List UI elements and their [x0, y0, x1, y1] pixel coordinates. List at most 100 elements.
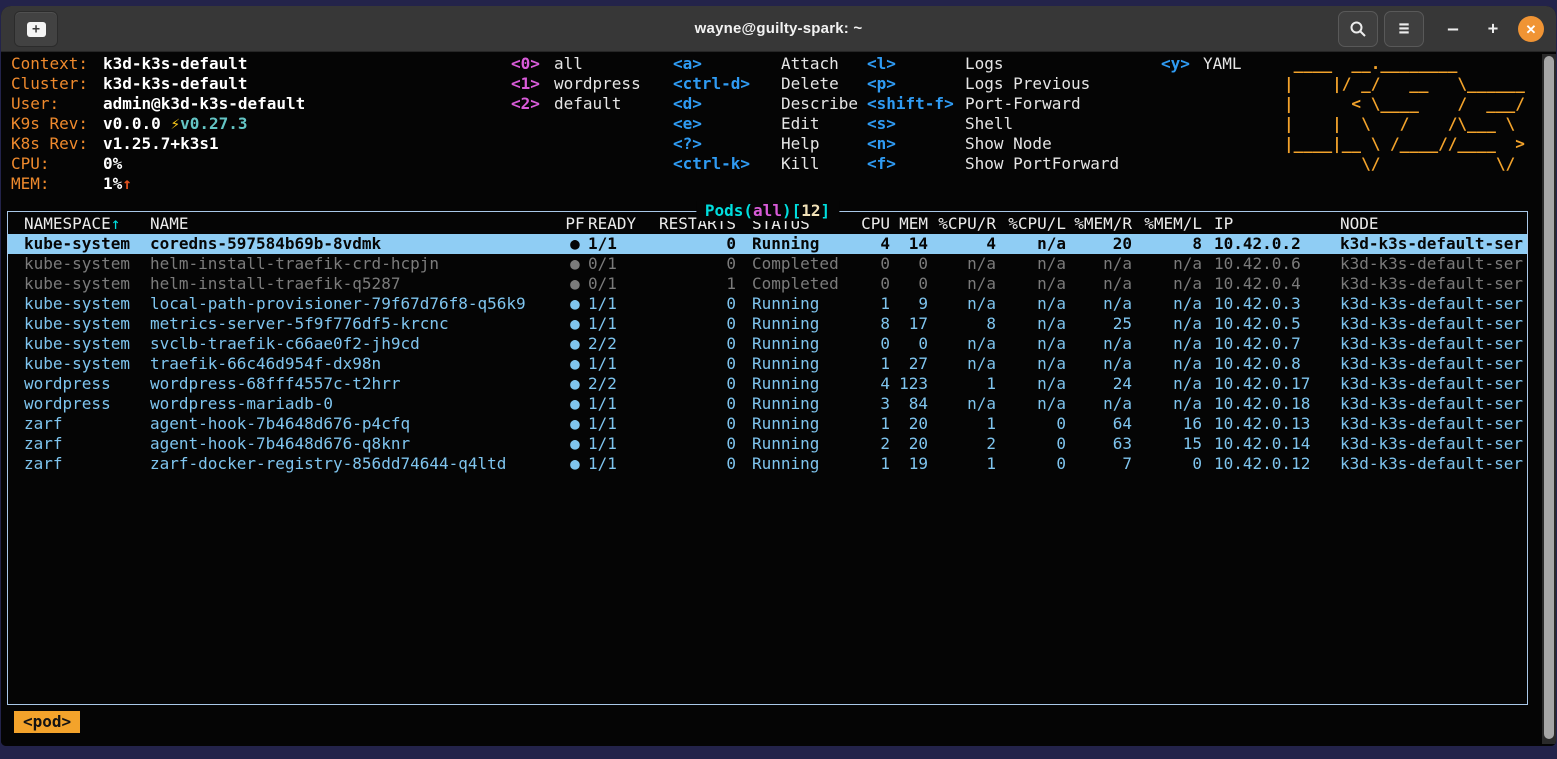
header-cpu[interactable]: CPU [846, 214, 890, 234]
header-cpu-r[interactable]: %CPU/R [928, 214, 996, 234]
cell-cpu: 4 [846, 234, 890, 254]
table-row[interactable]: kube-systemmetrics-server-5f9f776df5-krc… [8, 314, 1527, 334]
cell-restarts: 0 [652, 374, 736, 394]
cell-ready: 1/1 [588, 354, 652, 374]
table-row[interactable]: zarfzarf-docker-registry-856dd74644-q4lt… [8, 454, 1527, 474]
pf-dot-icon: ● [562, 374, 588, 394]
hotkey-item[interactable]: <2>default [511, 94, 641, 114]
hotkey-item[interactable]: <p>Logs Previous [867, 74, 1119, 94]
header-node[interactable]: NODE [1334, 214, 1527, 234]
cell-mem-l: 8 [1132, 234, 1202, 254]
table-row[interactable]: zarfagent-hook-7b4648d676-p4cfq●1/10Runn… [8, 414, 1527, 434]
scrollbar[interactable] [1542, 54, 1556, 744]
cell-namespace: wordpress [24, 394, 150, 414]
cell-mem-r: n/a [1066, 334, 1132, 354]
menu-button[interactable]: ≡ [1384, 11, 1424, 47]
cluster-info: Context:k3d-k3s-defaultCluster:k3d-k3s-d… [11, 54, 305, 194]
hotkey-item[interactable]: <f>Show PortForward [867, 154, 1119, 174]
header-namespace[interactable]: NAMESPACE↑ [24, 214, 150, 234]
cell-cpu-r: n/a [928, 394, 996, 414]
hotkey-item[interactable]: <d>Describe [673, 94, 858, 114]
hotkey-item[interactable]: <1>wordpress [511, 74, 641, 94]
cell-mem-r: n/a [1066, 294, 1132, 314]
header-ready[interactable]: READY [588, 214, 652, 234]
pf-dot-icon: ● [562, 394, 588, 414]
hotkey-item[interactable]: <ctrl-k>Kill [673, 154, 858, 174]
cell-mem-r: 7 [1066, 454, 1132, 474]
table-row[interactable]: kube-systemlocal-path-provisioner-79f67d… [8, 294, 1527, 314]
header-mem[interactable]: MEM [890, 214, 928, 234]
header-cpu-l[interactable]: %CPU/L [996, 214, 1066, 234]
hotkey-item[interactable]: <l>Logs [867, 54, 1119, 74]
header-ip[interactable]: IP [1202, 214, 1334, 234]
table-row[interactable]: zarfagent-hook-7b4648d676-q8knr●1/10Runn… [8, 434, 1527, 454]
cell-ready: 1/1 [588, 394, 652, 414]
scrollbar-thumb[interactable] [1544, 56, 1554, 739]
hotkey-col-0: <0>all<1>wordpress<2>default [511, 54, 641, 114]
pf-dot-icon: ● [562, 334, 588, 354]
header-mem-l[interactable]: %MEM/L [1132, 214, 1202, 234]
hotkey-item[interactable]: <s>Shell [867, 114, 1119, 134]
hotkey-item[interactable]: <a>Attach [673, 54, 858, 74]
close-button[interactable]: ✕ [1518, 16, 1544, 42]
cell-cpu-r: 1 [928, 414, 996, 434]
table-row[interactable]: kube-systemhelm-install-traefik-q5287●0/… [8, 274, 1527, 294]
cell-cpu-r: 8 [928, 314, 996, 334]
sort-arrow-icon: ↑ [111, 214, 121, 233]
table-row[interactable]: kube-systemsvclb-traefik-c66ae0f2-jh9cd●… [8, 334, 1527, 354]
hotkey-key: <ctrl-d> [673, 74, 781, 94]
cell-namespace: zarf [24, 414, 150, 434]
hotkey-item[interactable]: <ctrl-d>Delete [673, 74, 858, 94]
upgrade-bolt-icon: ⚡ [170, 114, 180, 133]
cell-cpu: 1 [846, 294, 890, 314]
info-value: v0.0.0 [103, 114, 170, 133]
header-pf[interactable]: PF [562, 214, 588, 234]
minimize-button[interactable]: – [1440, 6, 1466, 52]
hotkey-label: Kill [781, 154, 820, 174]
table-row[interactable]: kube-systemhelm-install-traefik-crd-hcpj… [8, 254, 1527, 274]
maximize-button[interactable]: + [1480, 6, 1506, 52]
hotkey-item[interactable]: <shift-f>Port-Forward [867, 94, 1119, 114]
new-tab-icon: + [27, 22, 46, 37]
title-bracket: )[ [782, 201, 801, 220]
header-mem-r[interactable]: %MEM/R [1066, 214, 1132, 234]
hotkey-key: <1> [511, 74, 554, 94]
pf-dot-icon: ● [562, 414, 588, 434]
hotkey-label: YAML [1203, 54, 1242, 74]
cell-cpu: 3 [846, 394, 890, 414]
hotkey-item[interactable]: <e>Edit [673, 114, 858, 134]
hotkey-item[interactable]: <y>YAML [1161, 54, 1242, 74]
header-name[interactable]: NAME [150, 214, 562, 234]
hotkey-item[interactable]: <0>all [511, 54, 641, 74]
info-value: 0% [103, 154, 122, 173]
info-value: k3d-k3s-default [103, 74, 248, 93]
cell-name: local-path-provisioner-79f67d76f8-q56k9 [150, 294, 562, 314]
table-row[interactable]: kube-systemtraefik-66c46d954f-dx98n●1/10… [8, 354, 1527, 374]
cell-name: wordpress-68fff4557c-t2hrr [150, 374, 562, 394]
cell-cpu-l: n/a [996, 314, 1066, 334]
hotkey-item[interactable]: <n>Show Node [867, 134, 1119, 154]
hotkey-col-1: <a>Attach<ctrl-d>Delete<d>Describe<e>Edi… [673, 54, 858, 174]
info-label: K8s Rev: [11, 134, 103, 154]
hotkey-key: <ctrl-k> [673, 154, 781, 174]
hotkey-item[interactable]: <?>Help [673, 134, 858, 154]
cell-cpu-r: 2 [928, 434, 996, 454]
cell-cpu-l: n/a [996, 334, 1066, 354]
k9s-logo: ____ __.________ | |/ _/ __ \______ | < … [1284, 54, 1534, 174]
new-tab-button[interactable]: + [14, 11, 58, 47]
table-row[interactable]: wordpresswordpress-68fff4557c-t2hrr●2/20… [8, 374, 1527, 394]
hotkey-key: <p> [867, 74, 965, 94]
hamburger-menu-icon: ≡ [1399, 20, 1410, 38]
hotkey-label: Logs Previous [965, 74, 1090, 94]
cell-restarts: 0 [652, 434, 736, 454]
table-row[interactable]: kube-systemcoredns-597584b69b-8vdmk●1/10… [8, 234, 1527, 254]
cell-cpu-l: n/a [996, 394, 1066, 414]
hotkey-key: <?> [673, 134, 781, 154]
search-button[interactable] [1338, 11, 1378, 47]
info-label: Cluster: [11, 74, 103, 94]
pf-dot-icon: ● [562, 274, 588, 294]
cell-mem: 0 [890, 334, 928, 354]
cell-status: Completed [736, 274, 846, 294]
table-row[interactable]: wordpresswordpress-mariadb-0●1/10Running… [8, 394, 1527, 414]
breadcrumb-pod[interactable]: <pod> [14, 711, 80, 733]
